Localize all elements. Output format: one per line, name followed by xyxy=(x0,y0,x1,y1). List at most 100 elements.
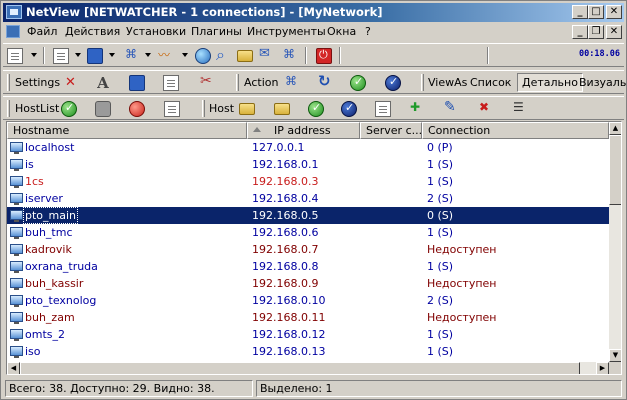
row-ip-address: 127.0.0.1 xyxy=(252,141,305,154)
network-dropdown-arrow[interactable] xyxy=(145,53,151,57)
message-icon[interactable] xyxy=(258,46,274,64)
hostlist-check-icon[interactable] xyxy=(61,101,77,117)
menu-help[interactable]: ? xyxy=(365,25,371,38)
table-row[interactable]: iso 192.168.0.13 1 (S) xyxy=(7,343,609,360)
table-row[interactable]: pto_texnolog 192.168.0.10 2 (S) xyxy=(7,292,609,309)
monitor-icon[interactable] xyxy=(129,75,145,91)
vertical-scroll-thumb[interactable] xyxy=(609,135,621,205)
column-server-connections[interactable]: Server c... xyxy=(360,122,422,139)
remove-setting-icon[interactable] xyxy=(63,75,79,91)
menu-tools[interactable]: Инструменты xyxy=(247,25,326,38)
scroll-left-arrow-icon[interactable]: ◀ xyxy=(7,362,20,374)
title-bar[interactable]: NetView [NETWATCHER - 1 connections] - [… xyxy=(3,3,624,22)
terminal-icon[interactable] xyxy=(87,48,103,64)
new-dropdown-arrow[interactable] xyxy=(31,53,37,57)
mdi-restore-button[interactable]: ❐ xyxy=(588,25,604,39)
ping-dropdown-arrow[interactable] xyxy=(182,53,188,57)
mdi-document-icon[interactable] xyxy=(6,25,20,38)
search-icon[interactable] xyxy=(216,45,232,65)
row-hostname: buh_kassir xyxy=(25,277,84,290)
connect-icon[interactable] xyxy=(283,74,299,91)
menu-actions[interactable]: Действия xyxy=(65,25,120,38)
hostlist-disabled-icon[interactable] xyxy=(95,101,111,117)
share-icon[interactable] xyxy=(281,47,297,64)
host-check-green-icon[interactable] xyxy=(308,101,324,117)
vertical-scrollbar[interactable]: ▲ ▼ xyxy=(609,122,621,362)
host-open-folder-icon[interactable] xyxy=(274,103,290,115)
window-icon[interactable] xyxy=(163,75,179,91)
host-properties-icon[interactable] xyxy=(511,100,527,117)
view-detail-button[interactable]: Детально xyxy=(517,73,583,92)
horizontal-scrollbar[interactable]: ◀ ▶ xyxy=(7,362,609,374)
edit-host-icon[interactable] xyxy=(443,99,459,117)
mdi-minimize-button[interactable]: _ xyxy=(572,25,588,39)
computer-icon xyxy=(10,261,23,273)
toolbar-grip[interactable] xyxy=(7,100,10,117)
globe-icon[interactable] xyxy=(195,48,211,64)
host-note-icon[interactable] xyxy=(375,101,391,117)
view-list-button[interactable]: Список xyxy=(470,76,511,89)
table-row[interactable]: 1cs 192.168.0.3 1 (S) xyxy=(7,173,609,190)
delete-host-icon[interactable] xyxy=(477,100,493,117)
view-visual-button[interactable]: Визуаль xyxy=(579,76,626,89)
column-hostname[interactable]: Hostname xyxy=(7,122,247,139)
toolbar-grip[interactable] xyxy=(202,100,205,117)
new-document-icon[interactable] xyxy=(7,48,23,64)
mdi-close-button[interactable]: ✕ xyxy=(606,25,622,39)
row-hostname: buh_tmc xyxy=(25,226,73,239)
toolbar-grip[interactable] xyxy=(236,74,239,91)
toolbar-grip[interactable] xyxy=(421,74,424,91)
computer-icon xyxy=(10,210,23,222)
menu-settings[interactable]: Установки xyxy=(126,25,186,38)
host-folder-icon[interactable] xyxy=(239,103,255,115)
folder-icon[interactable] xyxy=(237,50,253,62)
table-row[interactable]: localhost 127.0.0.1 0 (P) xyxy=(7,139,609,156)
table-row[interactable]: buh_kassir 192.168.0.9 Недоступен xyxy=(7,275,609,292)
check-blue-icon[interactable] xyxy=(385,75,401,91)
ping-icon[interactable] xyxy=(158,46,174,64)
table-row[interactable]: iserver 192.168.0.4 2 (S) xyxy=(7,190,609,207)
host-check-blue-icon[interactable] xyxy=(341,101,357,117)
check-green-icon[interactable] xyxy=(350,75,366,91)
open-dropdown-arrow[interactable] xyxy=(75,53,81,57)
menu-plugins[interactable]: Плагины xyxy=(191,25,242,38)
table-row[interactable]: is 192.168.0.1 1 (S) xyxy=(7,156,609,173)
table-row[interactable]: buh_zam 192.168.0.11 Недоступен xyxy=(7,309,609,326)
computer-icon xyxy=(10,329,23,341)
toolbar-separator xyxy=(305,47,307,64)
computer-icon xyxy=(10,142,23,154)
table-row[interactable]: oxrana_truda 192.168.0.8 1 (S) xyxy=(7,258,609,275)
network-icon[interactable] xyxy=(123,47,139,64)
host-label: Host xyxy=(209,102,235,115)
open-document-icon[interactable] xyxy=(53,48,69,64)
column-connection[interactable]: Connection xyxy=(422,122,609,139)
table-row[interactable]: kadrovik 192.168.0.7 Недоступен xyxy=(7,241,609,258)
row-connection: 0 (P) xyxy=(427,141,453,154)
table-row[interactable]: pto_main 192.168.0.5 0 (S) xyxy=(7,207,609,224)
refresh-icon[interactable] xyxy=(317,72,333,91)
horizontal-scroll-thumb[interactable] xyxy=(20,362,580,374)
host-list-view[interactable]: Hostname IP address Server c... Connecti… xyxy=(6,121,622,375)
scroll-down-arrow-icon[interactable]: ▼ xyxy=(609,349,621,362)
hostlist-properties-icon[interactable] xyxy=(164,101,180,117)
menu-file[interactable]: Файл xyxy=(27,25,57,38)
table-row[interactable]: buh_tmc 192.168.0.6 1 (S) xyxy=(7,224,609,241)
scroll-right-arrow-icon[interactable]: ▶ xyxy=(596,362,609,374)
minimize-button[interactable]: _ xyxy=(572,5,588,19)
scroll-up-arrow-icon[interactable]: ▲ xyxy=(609,122,621,135)
row-hostname: pto_main xyxy=(22,207,79,224)
table-row[interactable]: omts_2 192.168.0.12 1 (S) xyxy=(7,326,609,343)
font-icon[interactable]: A xyxy=(95,75,111,91)
close-button[interactable]: ✕ xyxy=(606,5,622,19)
tools-icon[interactable] xyxy=(199,73,215,91)
maximize-button[interactable]: □ xyxy=(588,5,604,19)
menu-windows[interactable]: Окна xyxy=(327,25,356,38)
toolbar-grip[interactable] xyxy=(7,74,10,91)
add-host-icon[interactable] xyxy=(408,100,424,117)
app-monitor-icon[interactable] xyxy=(6,5,22,19)
row-connection: 1 (S) xyxy=(427,260,454,273)
power-icon[interactable] xyxy=(316,48,332,64)
hostlist-scan-icon[interactable] xyxy=(129,101,145,117)
terminal-dropdown-arrow[interactable] xyxy=(109,53,115,57)
column-ip-address[interactable]: IP address xyxy=(247,122,360,139)
